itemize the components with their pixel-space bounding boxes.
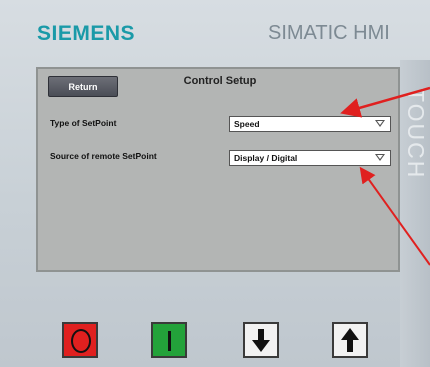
arrow-up-icon [341, 328, 359, 352]
setpoint-source-label: Source of remote SetPoint [50, 151, 157, 161]
chevron-down-icon [375, 154, 385, 161]
arrow-down-icon [252, 329, 270, 352]
siemens-logo: SIEMENS [37, 22, 136, 45]
setpoint-source-value: Display / Digital [234, 153, 298, 163]
touch-label: TOUCH [403, 88, 429, 180]
hmi-panel: SIEMENS SIMATIC HMI TOUCH Control Setup … [0, 0, 430, 367]
setpoint-type-label: Type of SetPoint [50, 118, 117, 128]
start-key[interactable] [151, 322, 187, 358]
setpoint-source-select[interactable]: Display / Digital [229, 150, 391, 166]
product-name: SIMATIC HMI [268, 22, 390, 44]
start-i-icon [168, 331, 171, 351]
stop-o-icon [71, 329, 91, 353]
hmi-screen: Control Setup Return Type of SetPoint Sp… [36, 67, 400, 272]
setpoint-type-value: Speed [234, 119, 260, 129]
return-button[interactable]: Return [48, 76, 118, 97]
chevron-down-icon [375, 120, 385, 127]
down-key[interactable] [243, 322, 279, 358]
up-key[interactable] [332, 322, 368, 358]
setpoint-type-select[interactable]: Speed [229, 116, 391, 132]
stop-key[interactable] [62, 322, 98, 358]
